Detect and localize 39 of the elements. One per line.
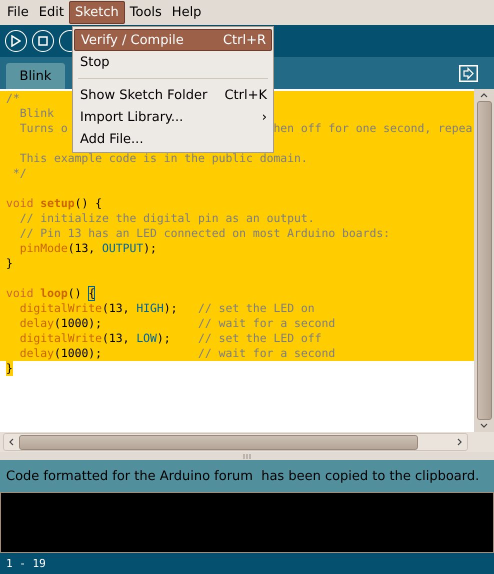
code-function: loop — [40, 286, 68, 301]
code-comment: // set the LED off — [198, 331, 322, 346]
code-text: } — [6, 361, 13, 376]
code-text: (1000); — [54, 316, 104, 331]
code-comment: /* — [6, 91, 20, 106]
code-function: delay — [18, 346, 54, 361]
code-constant: LOW — [136, 331, 157, 346]
code-comment: */ — [12, 166, 27, 181]
code-function: delay — [18, 316, 54, 331]
code-comment: This example code is in the public domain. — [18, 151, 308, 166]
code-constant: HIGH — [136, 301, 164, 316]
line-number-range: 1 - 19 — [6, 557, 46, 570]
code-comment: Blink — [18, 106, 54, 121]
code-text: (1000); — [54, 346, 104, 361]
code-text: { — [88, 286, 96, 301]
code-comment: hen off for one second, repea — [273, 121, 472, 136]
code-constant: OUTPUT — [102, 241, 144, 256]
status-message: Code formatted for the Arduino forum has been copied to the clipboard. — [6, 468, 480, 484]
code-comment: // Pin 13 has an LED connected on most Arduino boards: — [18, 226, 390, 241]
code-comment: // wait for a second — [198, 316, 336, 331]
code-keyword: void — [6, 196, 34, 211]
code-comment: Turns o — [18, 121, 68, 136]
code-keyword: void — [6, 286, 34, 301]
code-function: pinMode — [18, 241, 68, 256]
code-function: setup — [40, 196, 75, 211]
code-comment: // wait for a second — [198, 346, 336, 361]
code-text: () — [68, 286, 82, 301]
code-text: (13, — [68, 241, 96, 256]
code-text: } — [6, 256, 13, 271]
code-text: () { — [74, 196, 102, 211]
code-comment: // initialize the digital pin as an output. — [18, 211, 315, 226]
code-text: (13, — [102, 331, 130, 346]
code-text: (13, — [102, 301, 130, 316]
code-text: ); — [143, 241, 157, 256]
code-function: digitalWrite — [18, 331, 102, 346]
code-text: ); — [164, 301, 178, 316]
code-comment: // set the LED on — [198, 301, 315, 316]
code-function: digitalWrite — [18, 301, 102, 316]
code-text: ); — [156, 331, 172, 346]
